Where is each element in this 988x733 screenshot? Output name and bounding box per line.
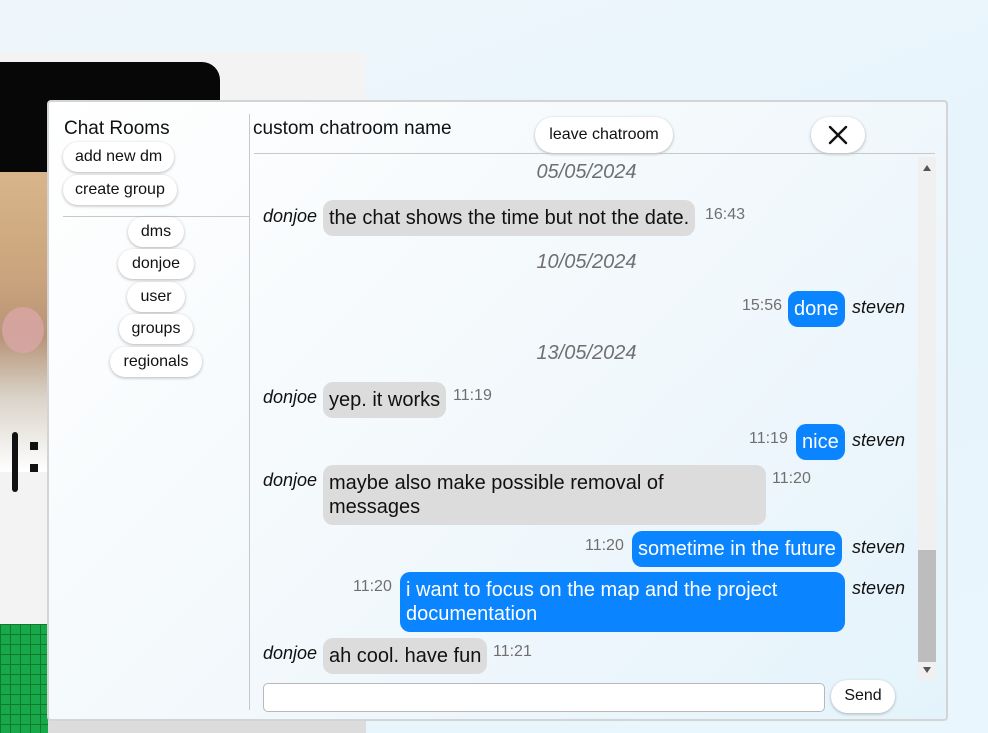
message-sender: steven: [852, 578, 906, 598]
message-bubble: the chat shows the time but not the date…: [323, 200, 696, 236]
message-list: 05/05/2024 donjoe the chat shows the tim…: [254, 154, 919, 682]
message-bubble: yep. it works: [323, 382, 447, 418]
date-separator: 13/05/2024: [536, 342, 637, 364]
message-sender: donjoe: [263, 206, 318, 226]
close-button[interactable]: [811, 117, 865, 153]
sidebar-item-donjoe[interactable]: donjoe: [118, 249, 194, 279]
message-input[interactable]: [263, 683, 825, 712]
sidebar-separator: [249, 114, 250, 710]
message-time: 15:56: [742, 297, 783, 314]
sidebar-item-groups[interactable]: groups: [119, 314, 193, 344]
chat-window: Chat Rooms add new dm create group dms d…: [47, 100, 948, 721]
scroll-up-icon[interactable]: [923, 165, 931, 171]
message-time: 11:20: [585, 537, 624, 554]
message-time: 16:43: [705, 206, 746, 223]
message-time: 11:19: [453, 387, 492, 404]
close-icon: [828, 125, 848, 145]
add-new-dm-button[interactable]: add new dm: [63, 142, 175, 172]
message-time: 11:19: [749, 430, 788, 447]
chatroom-title: custom chatroom name: [253, 118, 452, 139]
message-sender: donjoe: [263, 387, 318, 407]
sidebar-title: Chat Rooms: [64, 118, 170, 139]
send-button[interactable]: Send: [831, 680, 895, 713]
message-bubble: nice: [796, 424, 845, 460]
message-sender: steven: [852, 537, 906, 557]
scroll-thumb[interactable]: [918, 550, 936, 662]
message-bubble: ah cool. have fun: [323, 638, 488, 674]
sidebar: Chat Rooms add new dm create group dms d…: [49, 102, 249, 719]
message-bubble: done: [788, 291, 845, 327]
message-time: 11:20: [772, 470, 811, 487]
date-separator: 05/05/2024: [536, 161, 637, 183]
message-bubble: sometime in the future: [632, 531, 842, 567]
sidebar-item-dms[interactable]: dms: [128, 217, 184, 247]
scroll-down-icon[interactable]: [923, 667, 931, 673]
message-sender: steven: [852, 430, 906, 450]
date-separator: 10/05/2024: [536, 251, 637, 273]
message-scrollbar[interactable]: [918, 157, 936, 680]
leave-chatroom-button[interactable]: leave chatroom: [535, 117, 673, 153]
sidebar-item-regionals[interactable]: regionals: [110, 347, 202, 377]
message-time: 11:20: [353, 578, 392, 595]
message-sender: steven: [852, 297, 906, 317]
sidebar-item-user[interactable]: user: [127, 282, 185, 312]
message-time: 11:21: [493, 643, 532, 660]
message-bubble: i want to focus on the map and the proje…: [400, 572, 845, 632]
create-group-button[interactable]: create group: [63, 175, 177, 205]
message-sender: donjoe: [263, 643, 318, 663]
message-sender: donjoe: [263, 470, 318, 490]
message-bubble: maybe also make possible removal of mess…: [323, 465, 766, 525]
